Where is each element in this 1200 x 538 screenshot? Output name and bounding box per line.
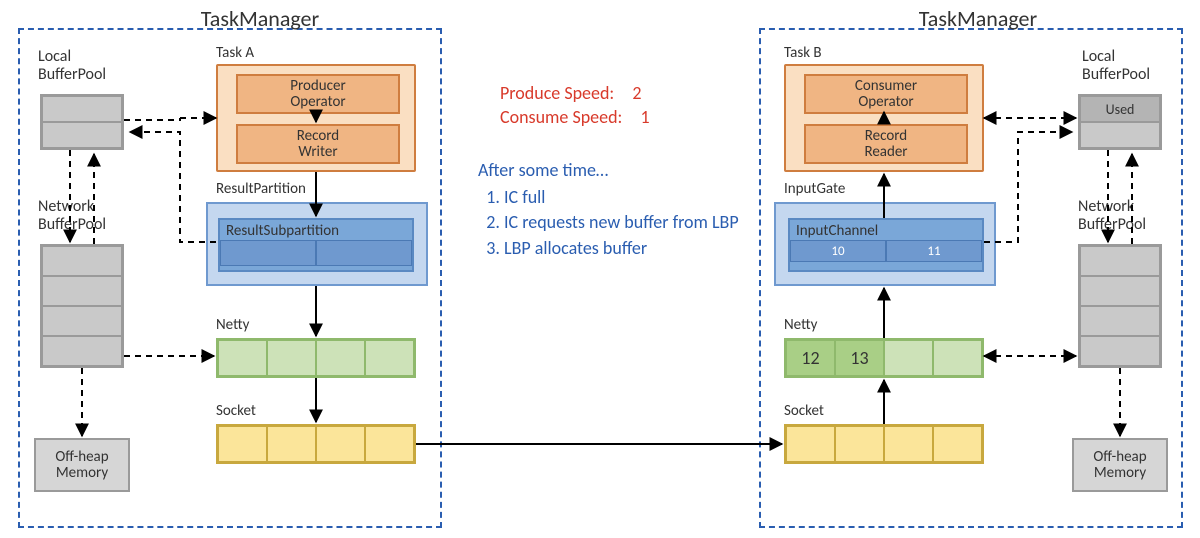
- right-local-bp-label: Local BufferPool: [1082, 48, 1150, 85]
- produce-speed: Produce Speed: 2: [500, 82, 641, 104]
- ig-label: InputGate: [784, 180, 845, 198]
- right-local-bp: Used: [1078, 94, 1162, 150]
- socket-cell: [218, 426, 267, 462]
- rp-label: ResultPartition: [216, 180, 306, 198]
- produce-speed-value: 2: [632, 82, 641, 104]
- notes-header: After some time…: [478, 158, 748, 183]
- buffer-row: [1080, 246, 1160, 276]
- note-step: LBP allocates buffer: [504, 236, 748, 261]
- task-b-label: Task B: [784, 44, 822, 62]
- buffer-row: [42, 306, 122, 336]
- right-socket: [784, 424, 984, 464]
- produce-speed-label: Produce Speed:: [500, 82, 614, 104]
- left-offheap: Off-heap Memory: [34, 438, 130, 492]
- record-reader: Record Reader: [804, 124, 968, 164]
- right-netty: 12 13: [784, 338, 984, 378]
- left-local-bp-label: Local BufferPool: [38, 48, 106, 85]
- buffer-row: [42, 96, 122, 122]
- netty-cell: 13: [835, 340, 884, 376]
- buffer-row: [1080, 276, 1160, 306]
- note-step: IC full: [504, 185, 748, 210]
- socket-cell: [365, 426, 414, 462]
- rsp-cell: [316, 240, 412, 266]
- buffer-row-used: Used: [1080, 96, 1160, 122]
- notes: After some time… IC full IC requests new…: [478, 158, 748, 261]
- ic-cell: 11: [886, 240, 982, 262]
- socket-cell: [835, 426, 884, 462]
- consumer-operator: Consumer Operator: [804, 74, 968, 114]
- left-socket-label: Socket: [216, 402, 256, 420]
- left-socket: [216, 424, 416, 464]
- socket-cell: [884, 426, 933, 462]
- left-netty: [216, 338, 416, 378]
- ic-cell: 10: [790, 240, 886, 262]
- buffer-row: [42, 276, 122, 306]
- socket-cell: [316, 426, 365, 462]
- result-subpartition: ResultSubpartition: [218, 218, 414, 272]
- buffer-row: [1080, 336, 1160, 366]
- buffer-row: [42, 122, 122, 148]
- buffer-row: [1080, 306, 1160, 336]
- right-network-bp: [1078, 244, 1162, 368]
- left-network-bp: [40, 244, 124, 368]
- buffer-row: [42, 336, 122, 366]
- consume-speed-value: 1: [640, 106, 649, 128]
- right-network-bp-label: Network BufferPool: [1078, 198, 1146, 235]
- note-step: IC requests new buffer from LBP: [504, 210, 748, 235]
- task-a-label: Task A: [216, 44, 254, 62]
- buffer-row: [42, 246, 122, 276]
- netty-cell: [218, 340, 267, 376]
- right-offheap: Off-heap Memory: [1072, 438, 1168, 492]
- socket-cell: [786, 426, 835, 462]
- netty-cell: [933, 340, 982, 376]
- record-writer: Record Writer: [236, 124, 400, 164]
- netty-cell: 12: [786, 340, 835, 376]
- netty-cell: [267, 340, 316, 376]
- input-channel: InputChannel 10 11: [788, 218, 984, 272]
- socket-cell: [933, 426, 982, 462]
- left-local-bp: [40, 94, 124, 150]
- rsp-cell: [220, 240, 316, 266]
- netty-cell: [365, 340, 414, 376]
- consume-speed-label: Consume Speed:: [500, 106, 622, 128]
- producer-operator: Producer Operator: [236, 74, 400, 114]
- netty-cell: [884, 340, 933, 376]
- left-title: TaskManager: [140, 5, 380, 32]
- right-netty-label: Netty: [784, 316, 817, 334]
- ic-title: InputChannel: [790, 220, 982, 240]
- buffer-row: [1080, 122, 1160, 148]
- task-b: Consumer Operator Record Reader: [784, 64, 984, 172]
- rsp-title: ResultSubpartition: [220, 220, 412, 240]
- task-a: Producer Operator Record Writer: [216, 64, 416, 172]
- netty-cell: [316, 340, 365, 376]
- socket-cell: [267, 426, 316, 462]
- right-title: TaskManager: [858, 5, 1098, 32]
- left-network-bp-label: Network BufferPool: [38, 198, 106, 235]
- left-netty-label: Netty: [216, 316, 249, 334]
- right-socket-label: Socket: [784, 402, 824, 420]
- consume-speed: Consume Speed: 1: [500, 106, 650, 128]
